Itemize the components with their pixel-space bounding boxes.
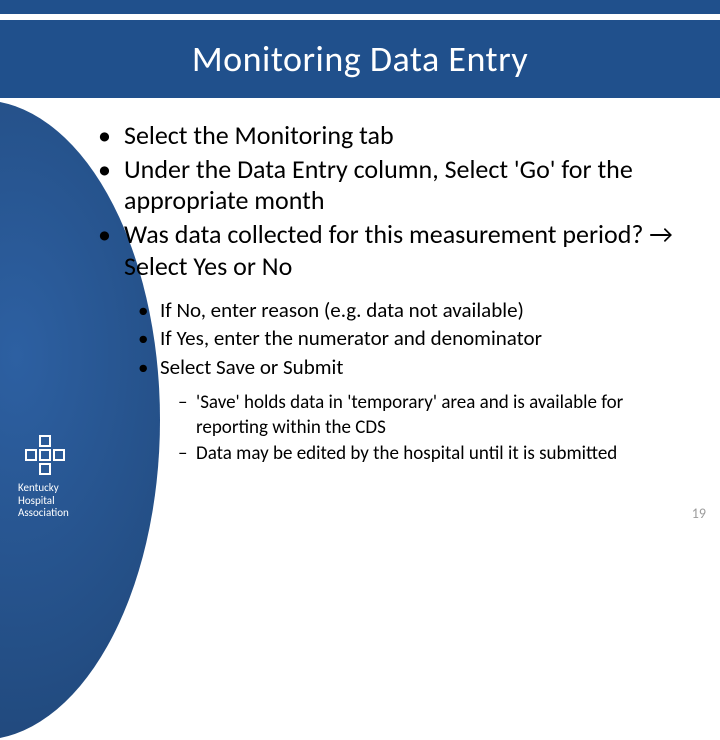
list-item-text: Was data collected for this measurement … [124,218,673,282]
logo-text: Kentucky Hospital Association [18,482,88,520]
logo-cross-icon [24,434,66,476]
list-item-text: Select Save or Submit [160,354,343,380]
title-bar: Monitoring Data Entry [0,20,720,98]
list-item: If No, enter reason (e.g. data not avail… [138,297,690,324]
list-item: Under the Data Entry column, Select 'Go'… [98,154,690,217]
accent-bar-top [0,0,720,14]
page-number: 19 [692,505,706,522]
bullet-list-level1: Select the Monitoring tab Under the Data… [98,120,690,466]
logo-line: Association [18,507,88,520]
bullet-list-level3: 'Save' holds data in 'temporary' area an… [178,391,690,466]
logo-line: Kentucky [18,482,88,495]
list-item: Data may be edited by the hospital until… [178,442,690,466]
list-item: Was data collected for this measurement … [98,219,690,466]
list-item: Select Save or Submit 'Save' holds data … [138,354,690,466]
bullet-list-level2: If No, enter reason (e.g. data not avail… [138,297,690,467]
slide-title: Monitoring Data Entry [192,37,528,81]
list-item: If Yes, enter the numerator and denomina… [138,325,690,352]
list-item: 'Save' holds data in 'temporary' area an… [178,391,690,440]
list-item: Select the Monitoring tab [98,120,690,152]
kha-logo: Kentucky Hospital Association [18,434,88,520]
slide-body: Select the Monitoring tab Under the Data… [0,98,720,466]
